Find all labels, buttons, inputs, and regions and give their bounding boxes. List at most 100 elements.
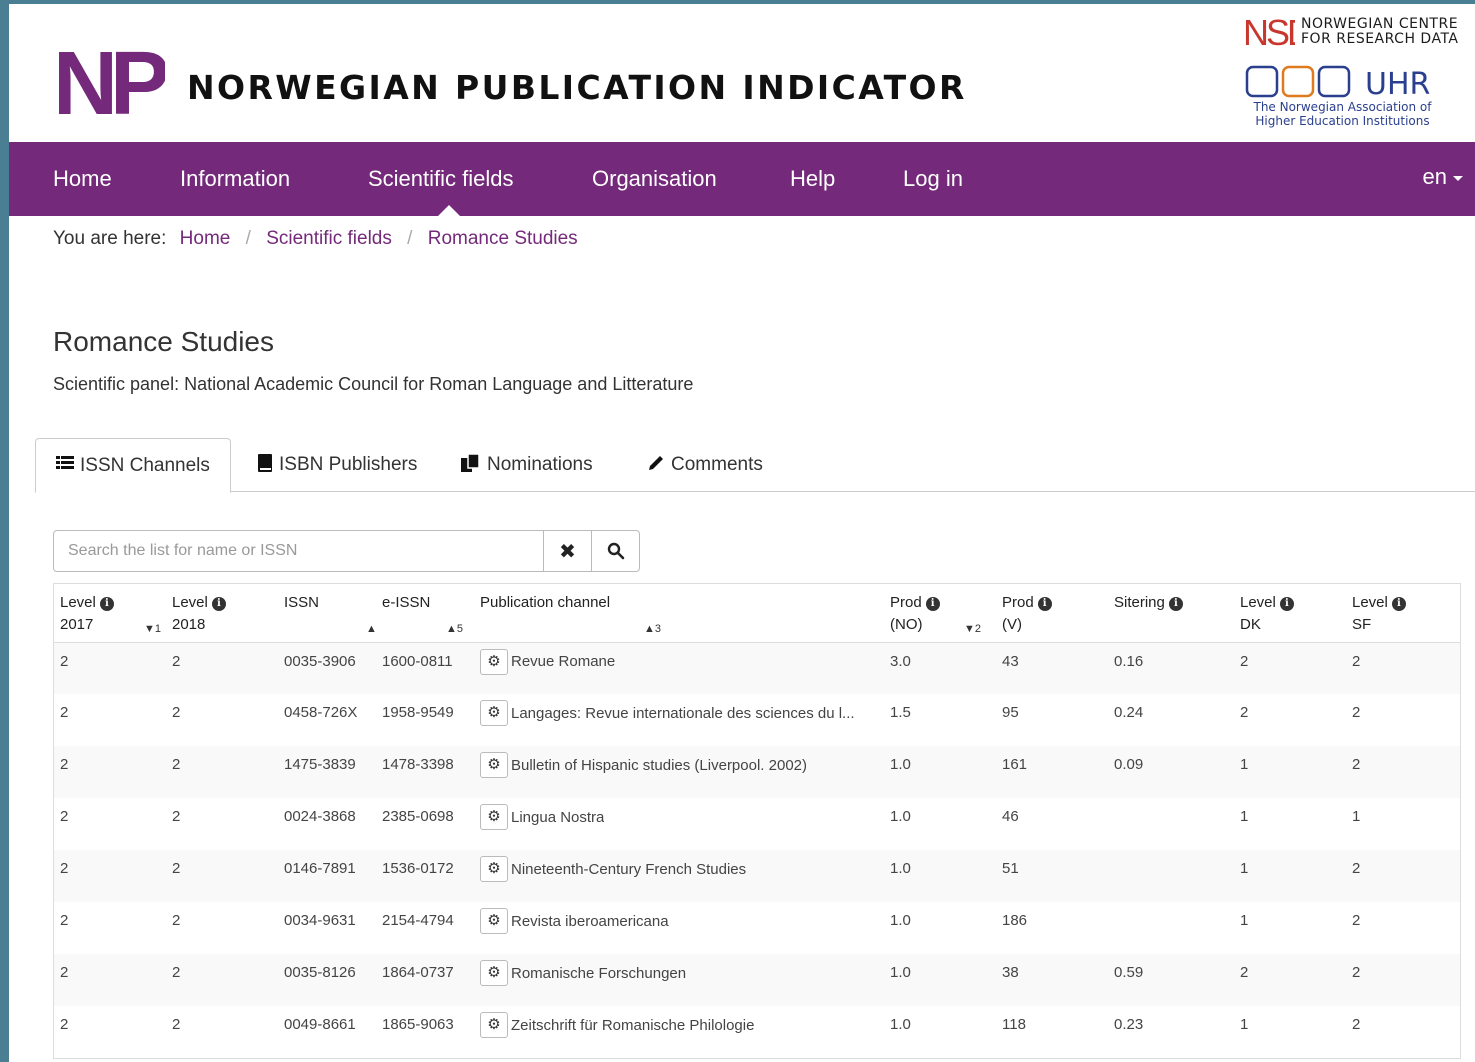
- cell-prod-no: 1.5: [884, 694, 996, 746]
- tab-label: Nominations: [487, 454, 593, 475]
- info-icon[interactable]: i: [1037, 597, 1052, 611]
- cell-level-sf: 2: [1346, 694, 1460, 746]
- site-title[interactable]: NORWEGIAN PUBLICATION INDICATOR: [187, 68, 967, 107]
- search-input[interactable]: [54, 531, 543, 571]
- table-row[interactable]: 2 2 0049-8661 1865-9063 ⚙ Zeitschrift für Rom…: [54, 1006, 1460, 1058]
- tab-comments[interactable]: Comments: [627, 438, 783, 492]
- cell-level2017: 2: [54, 850, 166, 902]
- svg-text:NSD: NSD: [1243, 14, 1295, 50]
- column-header-label: Level: [172, 594, 208, 611]
- gear-icon[interactable]: ⚙: [480, 1012, 508, 1038]
- language-dropdown[interactable]: en: [1423, 164, 1463, 190]
- table-body: 2 2 0035-3906 1600-0811 ⚙ Revue Romane 3.0 43 0.…: [54, 642, 1460, 1058]
- uhr-caption-line2: Higher Education Institutions: [1255, 114, 1430, 128]
- active-nav-indicator: [438, 205, 460, 216]
- cell-eissn: 2154-4794: [376, 902, 474, 954]
- column-header[interactable]: Level i 2017 ▼1: [54, 584, 166, 643]
- cell-level2017: 2: [54, 642, 166, 694]
- info-icon[interactable]: i: [1168, 597, 1183, 611]
- uhr-logo[interactable]: UHR The Norwegian Association of Higher …: [1245, 64, 1475, 134]
- cell-sitering: 0.09: [1108, 746, 1234, 798]
- table-row[interactable]: 2 2 0458-726X 1958-9549 ⚙ Langages: Revue int…: [54, 694, 1460, 746]
- tab-nominations[interactable]: Nominations: [441, 438, 613, 492]
- table-row[interactable]: 2 2 0146-7891 1536-0172 ⚙ Nineteenth-Century …: [54, 850, 1460, 902]
- column-header-label: e-ISSN: [382, 594, 431, 611]
- gear-icon[interactable]: ⚙: [480, 856, 508, 882]
- cell-prod-v: 186: [996, 902, 1108, 954]
- column-header-label: Level: [1240, 594, 1276, 611]
- cell-level2017: 2: [54, 694, 166, 746]
- channel-name[interactable]: Revista iberoamericana: [511, 913, 669, 930]
- table-row[interactable]: 2 2 0034-9631 2154-4794 ⚙ Revista iberoameric…: [54, 902, 1460, 954]
- cell-issn: 0035-3906: [278, 642, 376, 694]
- column-header[interactable]: e-ISSN ▲5: [376, 584, 474, 643]
- clear-search-button[interactable]: ✖: [543, 531, 591, 571]
- cell-channel: ⚙ Langages: Revue internationale des scie…: [474, 694, 884, 746]
- info-icon[interactable]: i: [925, 597, 940, 611]
- gear-icon[interactable]: ⚙: [480, 804, 508, 830]
- tab-isbn-publishers[interactable]: ISBN Publishers: [237, 438, 437, 492]
- cell-level-sf: 2: [1346, 642, 1460, 694]
- cell-level-sf: 1: [1346, 798, 1460, 850]
- info-icon[interactable]: i: [99, 597, 114, 611]
- info-icon[interactable]: i: [1391, 597, 1406, 611]
- breadcrumb-romance-studies[interactable]: Romance Studies: [428, 228, 578, 249]
- channel-name[interactable]: Revue Romane: [511, 653, 615, 670]
- cell-prod-no: 1.0: [884, 850, 996, 902]
- search-button[interactable]: [591, 531, 639, 571]
- column-header[interactable]: Prod i (V): [996, 584, 1108, 643]
- info-icon[interactable]: i: [211, 597, 226, 611]
- cell-level-dk: 2: [1234, 642, 1346, 694]
- pencil-icon: [647, 454, 665, 477]
- column-header-sublabel: 2018: [172, 616, 206, 633]
- gear-icon[interactable]: ⚙: [480, 908, 508, 934]
- breadcrumb-home[interactable]: Home: [180, 228, 231, 249]
- channel-name[interactable]: Bulletin of Hispanic studies (Liverpool.…: [511, 757, 807, 774]
- channel-name[interactable]: Zeitschrift für Romanische Philologie: [511, 1017, 754, 1034]
- cell-channel: ⚙ Bulletin of Hispanic studies (Liverpool…: [474, 746, 884, 798]
- nav-information[interactable]: Information: [180, 166, 290, 192]
- cell-prod-v: 95: [996, 694, 1108, 746]
- table-row[interactable]: 2 2 0024-3868 2385-0698 ⚙ Lingua Nostra 1.0 46 1…: [54, 798, 1460, 850]
- table-header-row: Level i 2017 ▼1 Level i 2018 ISSN ▲4 e-ISSN ▲5 Publ…: [54, 584, 1460, 643]
- cell-level2017: 2: [54, 798, 166, 850]
- nav-scientific-fields[interactable]: Scientific fields: [368, 166, 514, 192]
- column-header[interactable]: Publication channel ▲3: [474, 584, 884, 643]
- table-row[interactable]: 2 2 0035-3906 1600-0811 ⚙ Revue Romane 3.0 43 0.…: [54, 642, 1460, 694]
- breadcrumb-scientific-fields[interactable]: Scientific fields: [266, 228, 392, 249]
- nav-log-in[interactable]: Log in: [903, 166, 963, 192]
- column-header[interactable]: Level i 2018: [166, 584, 278, 643]
- channel-name[interactable]: Lingua Nostra: [511, 809, 604, 826]
- table-row[interactable]: 2 2 0035-8126 1864-0737 ⚙ Romanische Forschun…: [54, 954, 1460, 1006]
- column-header[interactable]: Prod i (NO) ▼2: [884, 584, 996, 643]
- gear-icon[interactable]: ⚙: [480, 700, 508, 726]
- channel-name[interactable]: Romanische Forschungen: [511, 965, 686, 982]
- cell-eissn: 1865-9063: [376, 1006, 474, 1058]
- cell-issn: 0035-8126: [278, 954, 376, 1006]
- gear-icon[interactable]: ⚙: [480, 648, 508, 675]
- tab-issn-channels[interactable]: ISSN Channels: [35, 438, 231, 493]
- info-icon[interactable]: i: [1279, 597, 1294, 611]
- nav-help[interactable]: Help: [790, 166, 835, 192]
- nsd-name: NORWEGIAN CENTRE FOR RESEARCH DATA: [1301, 17, 1458, 47]
- column-header[interactable]: Level i DK: [1234, 584, 1346, 643]
- cell-issn: 0049-8661: [278, 1006, 376, 1058]
- list-icon: [56, 455, 74, 476]
- gear-icon[interactable]: ⚙: [480, 960, 508, 986]
- table-row[interactable]: 2 2 1475-3839 1478-3398 ⚙ Bulletin of Hispani…: [54, 746, 1460, 798]
- cell-level2018: 2: [166, 850, 278, 902]
- page-title: Romance Studies: [53, 326, 275, 357]
- cell-level2018: 2: [166, 954, 278, 1006]
- nav-organisation[interactable]: Organisation: [592, 166, 717, 192]
- column-header-label: Publication channel: [480, 594, 611, 611]
- nav-home[interactable]: Home: [53, 166, 112, 192]
- npi-logo[interactable]: NPi: [53, 42, 165, 118]
- column-header[interactable]: ISSN ▲4: [278, 584, 383, 643]
- gear-icon[interactable]: ⚙: [480, 752, 508, 778]
- channel-name[interactable]: Nineteenth-Century French Studies: [511, 861, 746, 878]
- channel-name[interactable]: Langages: Revue internationale des scien…: [511, 705, 855, 722]
- column-header[interactable]: Sitering i: [1108, 584, 1234, 643]
- nsd-logo[interactable]: NSD NORWEGIAN CENTRE FOR RESEARCH DATA: [1243, 12, 1473, 54]
- column-header[interactable]: Level i SF: [1346, 584, 1460, 643]
- column-header-sublabel: (V): [1002, 616, 1022, 633]
